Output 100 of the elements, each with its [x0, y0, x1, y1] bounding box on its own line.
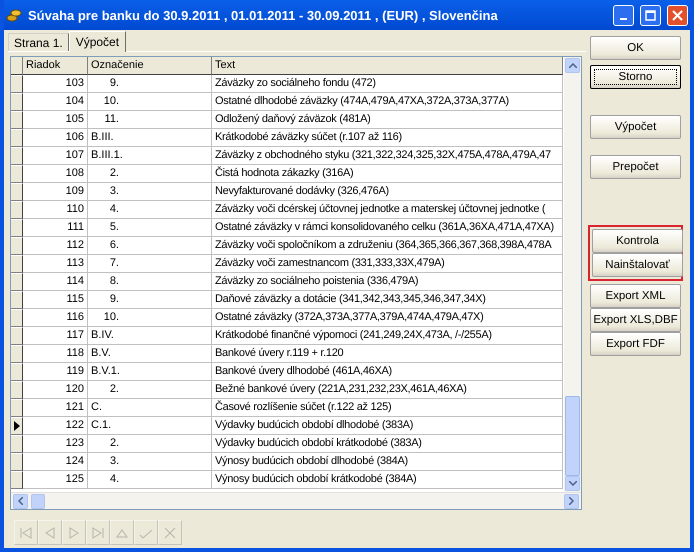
table-cell: 107: [23, 147, 88, 165]
horizontal-scrollbar[interactable]: [11, 492, 581, 509]
minimize-button[interactable]: [613, 4, 634, 26]
row-indicator[interactable]: [11, 327, 23, 345]
table-cell: Záväzky z obchodného styku (321,322,324,325,32X,475A,478A,479A,47: [212, 147, 563, 165]
scroll-thumb[interactable]: [565, 396, 580, 476]
row-indicator[interactable]: [11, 435, 23, 453]
table-cell: 123: [23, 435, 88, 453]
tab[interactable]: Strana 1.: [8, 33, 69, 51]
table-cell: 114: [23, 273, 88, 291]
table-cell: 108: [23, 165, 88, 183]
dialog-button[interactable]: Storno: [590, 65, 681, 89]
row-indicator[interactable]: [11, 129, 23, 147]
row-indicator[interactable]: [11, 219, 23, 237]
row-indicator[interactable]: [11, 345, 23, 363]
table-cell: 116: [23, 309, 88, 327]
row-indicator[interactable]: [11, 417, 23, 435]
row-indicator[interactable]: [11, 471, 23, 489]
table-cell: 9.: [88, 75, 212, 93]
window-title: Súvaha pre banku do 30.9.2011 , 01.01.2011 - 30.09.2011 , (EUR) , Slovenčina: [28, 8, 499, 22]
table-cell: Časové rozlíšenie súčet (r.122 až 125): [212, 399, 563, 417]
first-record-icon: [18, 524, 34, 540]
table-cell: 103: [23, 75, 88, 93]
table-cell: 4.: [88, 201, 212, 219]
table-cell: 115: [23, 291, 88, 309]
row-indicator[interactable]: [11, 363, 23, 381]
dialog-button[interactable]: Export XLS,DBF: [590, 308, 681, 332]
table-cell: 121: [23, 399, 88, 417]
table-cell: Čistá hodnota zákazky (316A): [212, 165, 563, 183]
table-cell: 3.: [88, 453, 212, 471]
maximize-button[interactable]: [640, 4, 661, 26]
dialog-button[interactable]: Export FDF: [590, 332, 681, 356]
row-indicator[interactable]: [11, 255, 23, 273]
table-cell: 2.: [88, 381, 212, 399]
table-cell: Ostatné záväzky (372A,373A,377A,379A,474A,479A,47X): [212, 309, 563, 327]
dialog-button[interactable]: Export XML: [590, 284, 681, 308]
row-indicator[interactable]: [11, 291, 23, 309]
table-cell: 4.: [88, 471, 212, 489]
column-header[interactable]: Označenie: [88, 57, 212, 75]
table-cell: Záväzky zo sociálneho poistenia (336,479A): [212, 273, 563, 291]
table-cell: 9.: [88, 291, 212, 309]
table-cell: Nevyfakturované dodávky (326,476A): [212, 183, 563, 201]
column-header[interactable]: Text: [212, 57, 563, 75]
table-cell: B.IV.: [88, 327, 212, 345]
table-cell: Záväzky voči dcérskej účtovnej jednotke a materskej účtovnej jednotke (: [212, 201, 563, 219]
chevron-up-icon: [568, 63, 576, 68]
table-cell: Záväzky voči spoločníkom a združeniu (364,365,366,367,368,398A,478A: [212, 237, 563, 255]
chevron-down-icon: [568, 481, 576, 486]
dialog-button[interactable]: Kontrola: [592, 229, 683, 253]
row-indicator[interactable]: [11, 111, 23, 129]
table-cell: 11.: [88, 111, 212, 129]
last-record-icon: [90, 524, 106, 540]
scroll-down-button[interactable]: [565, 476, 580, 491]
table-cell: 122: [23, 417, 88, 435]
row-indicator[interactable]: [11, 381, 23, 399]
table-cell: Ostatné dlhodobé záväzky (474A,479A,47XA,372A,373A,377A): [212, 93, 563, 111]
table-cell: 111: [23, 219, 88, 237]
table-cell: 106: [23, 129, 88, 147]
row-indicator[interactable]: [11, 165, 23, 183]
coins-icon: [6, 7, 22, 23]
chevron-right-icon: [569, 497, 574, 505]
scroll-thumb[interactable]: [31, 494, 45, 508]
row-indicator[interactable]: [11, 75, 23, 93]
dialog-button[interactable]: Nainštalovať: [592, 253, 683, 277]
table-cell: Krátkodobé záväzky súčet (r.107 až 116): [212, 129, 563, 147]
grid-corner: [11, 57, 23, 75]
close-button[interactable]: [667, 4, 688, 26]
dialog-button[interactable]: Výpočet: [590, 115, 681, 139]
dialog-button[interactable]: OK: [590, 36, 681, 60]
scroll-left-button[interactable]: [13, 494, 28, 508]
table-cell: 6.: [88, 237, 212, 255]
row-indicator[interactable]: [11, 453, 23, 471]
dialog-button[interactable]: Prepočet: [590, 155, 681, 179]
scroll-up-button[interactable]: [565, 58, 580, 73]
table-cell: Výdavky budúcich období krátkodobé (383A): [212, 435, 563, 453]
table-cell: 119: [23, 363, 88, 381]
row-indicator[interactable]: [11, 237, 23, 255]
row-indicator[interactable]: [11, 399, 23, 417]
table-cell: Daňové záväzky a dotácie (341,342,343,345,346,347,34X): [212, 291, 563, 309]
row-indicator[interactable]: [11, 183, 23, 201]
table-cell: 109: [23, 183, 88, 201]
table-cell: 7.: [88, 255, 212, 273]
current-row-icon: [14, 421, 20, 431]
row-indicator[interactable]: [11, 309, 23, 327]
table-cell: 3.: [88, 183, 212, 201]
minimize-icon: [620, 18, 627, 20]
tab[interactable]: Výpočet: [68, 31, 126, 52]
row-indicator[interactable]: [11, 273, 23, 291]
table-cell: 117: [23, 327, 88, 345]
column-header[interactable]: Riadok: [23, 57, 88, 75]
row-indicator[interactable]: [11, 93, 23, 111]
table-cell: Bežné bankové úvery (221A,231,232,23X,461A,46XA): [212, 381, 563, 399]
table-cell: Výnosy budúcich období dlhodobé (384A): [212, 453, 563, 471]
scroll-right-button[interactable]: [564, 494, 579, 508]
vertical-scrollbar[interactable]: [564, 57, 581, 492]
table-cell: 105: [23, 111, 88, 129]
table-cell: 125: [23, 471, 88, 489]
row-indicator[interactable]: [11, 201, 23, 219]
row-indicator[interactable]: [11, 147, 23, 165]
table-cell: 118: [23, 345, 88, 363]
